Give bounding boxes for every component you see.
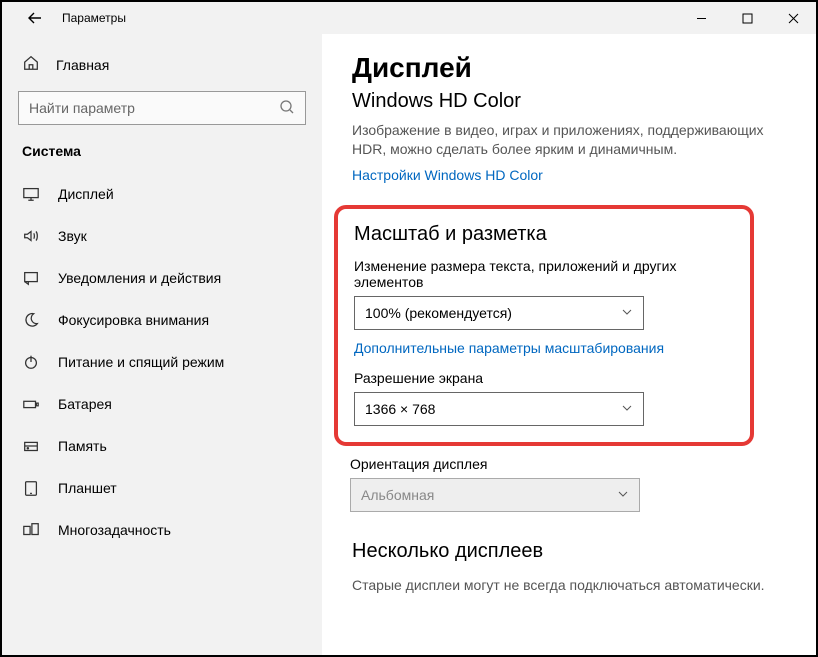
titlebar: Параметры	[2, 2, 816, 34]
scale-value: 100% (рекомендуется)	[365, 305, 512, 321]
multitask-icon	[22, 521, 40, 539]
sidebar: Главная Найти параметр Система Дисплей З…	[2, 34, 322, 655]
nav-item-storage[interactable]: Память	[18, 425, 306, 467]
search-input[interactable]: Найти параметр	[18, 91, 306, 125]
nav-label: Дисплей	[58, 186, 114, 202]
notification-icon	[22, 269, 40, 287]
storage-icon	[22, 437, 40, 455]
scale-section-title: Масштаб и разметка	[354, 223, 734, 246]
main-content: Дисплей Windows HD Color Изображение в в…	[322, 34, 816, 655]
nav-label: Память	[58, 438, 107, 454]
sidebar-home-label: Главная	[56, 57, 109, 73]
multi-displays-title: Несколько дисплеев	[352, 540, 792, 563]
window-title: Параметры	[62, 11, 126, 25]
speaker-icon	[22, 227, 40, 245]
back-button[interactable]	[26, 9, 44, 27]
hd-color-title: Windows HD Color	[352, 90, 792, 113]
scale-section-highlight: Масштаб и разметка Изменение размера тек…	[334, 205, 754, 446]
search-placeholder: Найти параметр	[29, 100, 135, 116]
nav-label: Питание и спящий режим	[58, 354, 224, 370]
nav-label: Многозадачность	[58, 522, 171, 538]
nav-list: Дисплей Звук Уведомления и действия Фоку…	[18, 173, 306, 551]
moon-icon	[22, 311, 40, 329]
sidebar-home[interactable]: Главная	[18, 46, 306, 85]
power-icon	[22, 353, 40, 371]
nav-item-power[interactable]: Питание и спящий режим	[18, 341, 306, 383]
hd-color-link[interactable]: Настройки Windows HD Color	[352, 167, 543, 183]
nav-label: Уведомления и действия	[58, 270, 221, 286]
nav-item-notifications[interactable]: Уведомления и действия	[18, 257, 306, 299]
resolution-label: Разрешение экрана	[354, 370, 734, 386]
resolution-value: 1366 × 768	[365, 401, 435, 417]
nav-label: Звук	[58, 228, 87, 244]
home-icon	[22, 54, 40, 75]
orientation-label: Ориентация дисплея	[350, 456, 792, 472]
nav-item-focus[interactable]: Фокусировка внимания	[18, 299, 306, 341]
page-title: Дисплей	[352, 52, 792, 84]
tablet-icon	[22, 479, 40, 497]
chevron-down-icon	[617, 487, 629, 503]
nav-item-tablet[interactable]: Планшет	[18, 467, 306, 509]
hd-color-desc: Изображение в видео, играх и приложениях…	[352, 121, 792, 159]
nav-label: Планшет	[58, 480, 117, 496]
scale-label: Изменение размера текста, приложений и д…	[354, 258, 734, 290]
nav-item-display[interactable]: Дисплей	[18, 173, 306, 215]
minimize-button[interactable]	[678, 2, 724, 34]
sidebar-section-title: Система	[22, 143, 306, 159]
monitor-icon	[22, 185, 40, 203]
nav-label: Фокусировка внимания	[58, 312, 209, 328]
maximize-button[interactable]	[724, 2, 770, 34]
chevron-down-icon	[621, 305, 633, 321]
nav-item-multitasking[interactable]: Многозадачность	[18, 509, 306, 551]
advanced-scaling-link[interactable]: Дополнительные параметры масштабирования	[354, 340, 664, 356]
resolution-combobox[interactable]: 1366 × 768	[354, 392, 644, 426]
nav-label: Батарея	[58, 396, 112, 412]
chevron-down-icon	[621, 401, 633, 417]
battery-icon	[22, 395, 40, 413]
search-icon	[279, 99, 295, 118]
scale-combobox[interactable]: 100% (рекомендуется)	[354, 296, 644, 330]
nav-item-battery[interactable]: Батарея	[18, 383, 306, 425]
orientation-combobox: Альбомная	[350, 478, 640, 512]
nav-item-sound[interactable]: Звук	[18, 215, 306, 257]
close-button[interactable]	[770, 2, 816, 34]
multi-displays-desc: Старые дисплеи могут не всегда подключат…	[352, 577, 792, 593]
orientation-value: Альбомная	[361, 487, 434, 503]
